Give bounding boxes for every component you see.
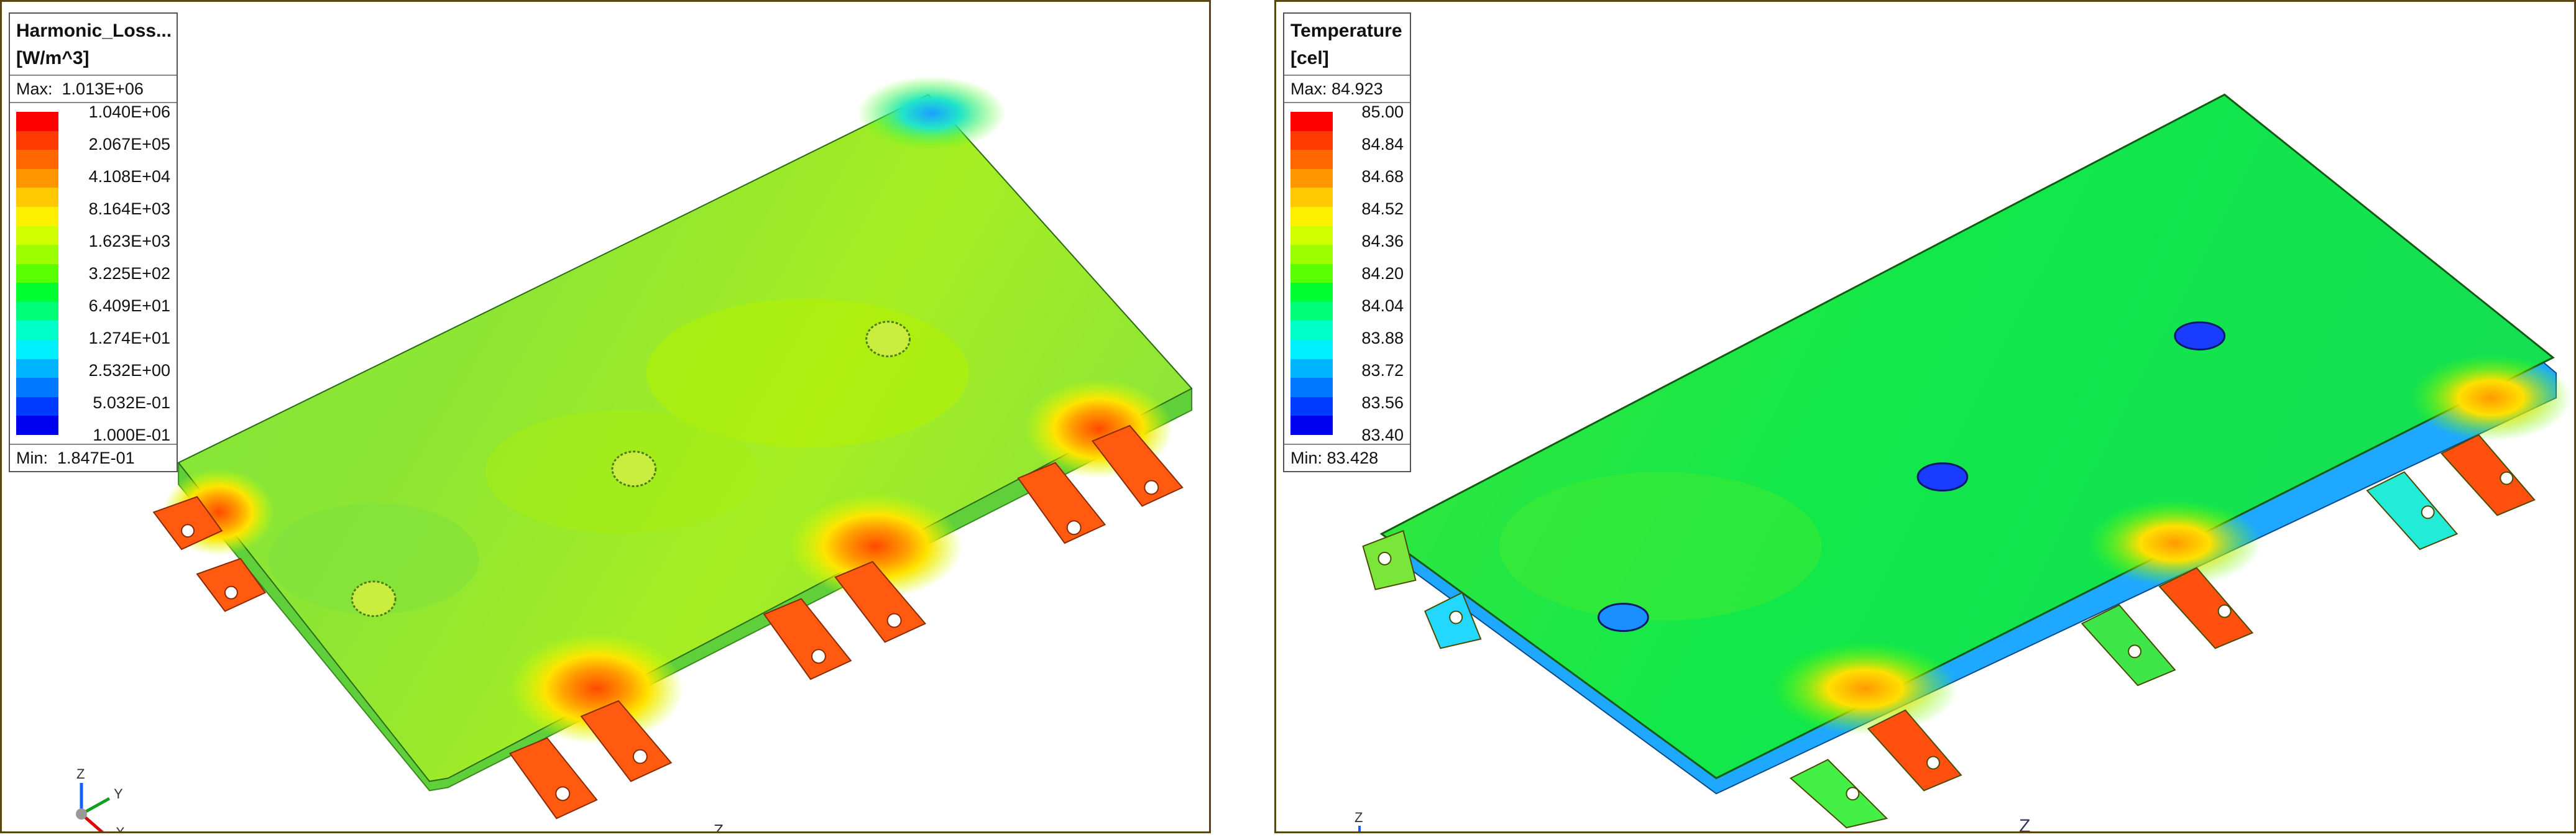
color-band bbox=[1290, 340, 1333, 360]
color-band bbox=[16, 263, 58, 283]
legend-tick-label: 2.067E+05 bbox=[88, 135, 170, 153]
color-band bbox=[16, 168, 58, 188]
triad-y-label: Y bbox=[114, 786, 123, 802]
color-band bbox=[1290, 112, 1333, 132]
mounting-hole bbox=[2174, 321, 2226, 350]
legend-tick-label: 83.56 bbox=[1361, 393, 1404, 412]
color-band bbox=[16, 340, 58, 360]
color-band bbox=[1290, 130, 1333, 150]
color-band bbox=[16, 416, 58, 436]
temperature-viewport[interactable]: Temperature [cel] Max: 84.923 85.00 84.84… bbox=[1274, 0, 2576, 833]
harmonic-loss-legend: Harmonic_Loss... [W/m^3] Max: 1.013E+06 … bbox=[9, 12, 178, 472]
legend-title: Temperature [cel] bbox=[1290, 21, 1402, 68]
color-scale: 85.00 84.84 84.68 84.52 84.36 84.20 84.04 83.88… bbox=[1284, 102, 1410, 444]
color-band bbox=[1290, 359, 1333, 378]
color-band bbox=[1290, 150, 1333, 170]
legend-min: Min: 83.428 bbox=[1284, 444, 1410, 471]
color-band bbox=[1290, 226, 1333, 245]
color-band bbox=[1290, 245, 1333, 265]
color-band bbox=[16, 188, 58, 208]
legend-tick-label: 1.000E-01 bbox=[93, 426, 170, 444]
temperature-model[interactable] bbox=[1276, 2, 2574, 831]
color-band bbox=[16, 301, 58, 321]
coordinate-triad[interactable]: Z bbox=[1350, 808, 1374, 833]
legend-tick-label: 4.108E+04 bbox=[88, 167, 170, 186]
color-band bbox=[1290, 396, 1333, 416]
mounting-hole bbox=[865, 321, 911, 357]
color-band bbox=[16, 378, 58, 398]
legend-tick-label: 1.274E+01 bbox=[88, 329, 170, 347]
legend-tick-label: 5.032E-01 bbox=[93, 393, 170, 412]
edge-axis-label: Z bbox=[2019, 816, 2031, 833]
edge-axis-label: Z bbox=[714, 821, 724, 833]
color-band bbox=[16, 321, 58, 341]
legend-tick-label: 1.623E+03 bbox=[88, 232, 170, 250]
harmonic-loss-model[interactable] bbox=[2, 2, 1209, 831]
legend-title: Harmonic_Loss... [W/m^3] bbox=[16, 21, 172, 68]
color-band bbox=[16, 226, 58, 245]
harmonic-loss-viewport[interactable]: Harmonic_Loss... [W/m^3] Max: 1.013E+06 … bbox=[0, 0, 1211, 833]
legend-tick-label: 84.36 bbox=[1361, 232, 1404, 250]
color-band bbox=[1290, 206, 1333, 227]
legend-tick-label: 85.00 bbox=[1361, 103, 1404, 121]
mounting-hole bbox=[1916, 462, 1969, 492]
legend-max: Max: 84.923 bbox=[1284, 75, 1410, 102]
color-band bbox=[16, 206, 58, 227]
color-band bbox=[1290, 283, 1333, 303]
color-band bbox=[16, 150, 58, 170]
mounting-hole bbox=[1598, 603, 1649, 632]
color-band bbox=[16, 283, 58, 303]
color-band bbox=[1290, 321, 1333, 341]
color-band bbox=[1290, 263, 1333, 283]
legend-tick-label: 84.20 bbox=[1361, 264, 1404, 283]
mounting-hole bbox=[611, 451, 657, 487]
legend-tick-label: 84.84 bbox=[1361, 135, 1404, 153]
legend-tick-label: 84.68 bbox=[1361, 167, 1404, 186]
coordinate-triad[interactable]: Z Y X bbox=[57, 755, 144, 833]
color-band bbox=[1290, 168, 1333, 188]
legend-min: Min: 1.847E-01 bbox=[10, 444, 177, 471]
color-band bbox=[1290, 301, 1333, 321]
color-band bbox=[1290, 188, 1333, 208]
color-band bbox=[16, 130, 58, 150]
legend-tick-label: 2.532E+00 bbox=[88, 361, 170, 380]
temperature-legend: Temperature [cel] Max: 84.923 85.00 84.84… bbox=[1283, 12, 1411, 472]
color-band bbox=[16, 359, 58, 378]
legend-tick-label: 6.409E+01 bbox=[88, 296, 170, 315]
legend-tick-label: 84.04 bbox=[1361, 296, 1404, 315]
legend-tick-label: 83.88 bbox=[1361, 329, 1404, 347]
legend-tick-label: 83.72 bbox=[1361, 361, 1404, 380]
legend-tick-label: 83.40 bbox=[1361, 426, 1404, 444]
color-scale: 1.040E+06 2.067E+05 4.108E+04 8.164E+03 1.62… bbox=[10, 102, 177, 444]
triad-z-label: Z bbox=[1355, 810, 1363, 825]
legend-tick-label: 84.52 bbox=[1361, 199, 1404, 218]
legend-max: Max: 1.013E+06 bbox=[10, 75, 177, 102]
color-band bbox=[1290, 378, 1333, 398]
color-band bbox=[1290, 416, 1333, 436]
color-band bbox=[16, 112, 58, 132]
color-band bbox=[16, 396, 58, 416]
triad-x-label: X bbox=[116, 825, 125, 833]
legend-tick-label: 1.040E+06 bbox=[88, 103, 170, 121]
mounting-hole bbox=[351, 580, 397, 618]
legend-tick-label: 8.164E+03 bbox=[88, 199, 170, 218]
triad-z-label: Z bbox=[76, 766, 85, 782]
color-band bbox=[16, 245, 58, 265]
legend-tick-label: 3.225E+02 bbox=[88, 264, 170, 283]
